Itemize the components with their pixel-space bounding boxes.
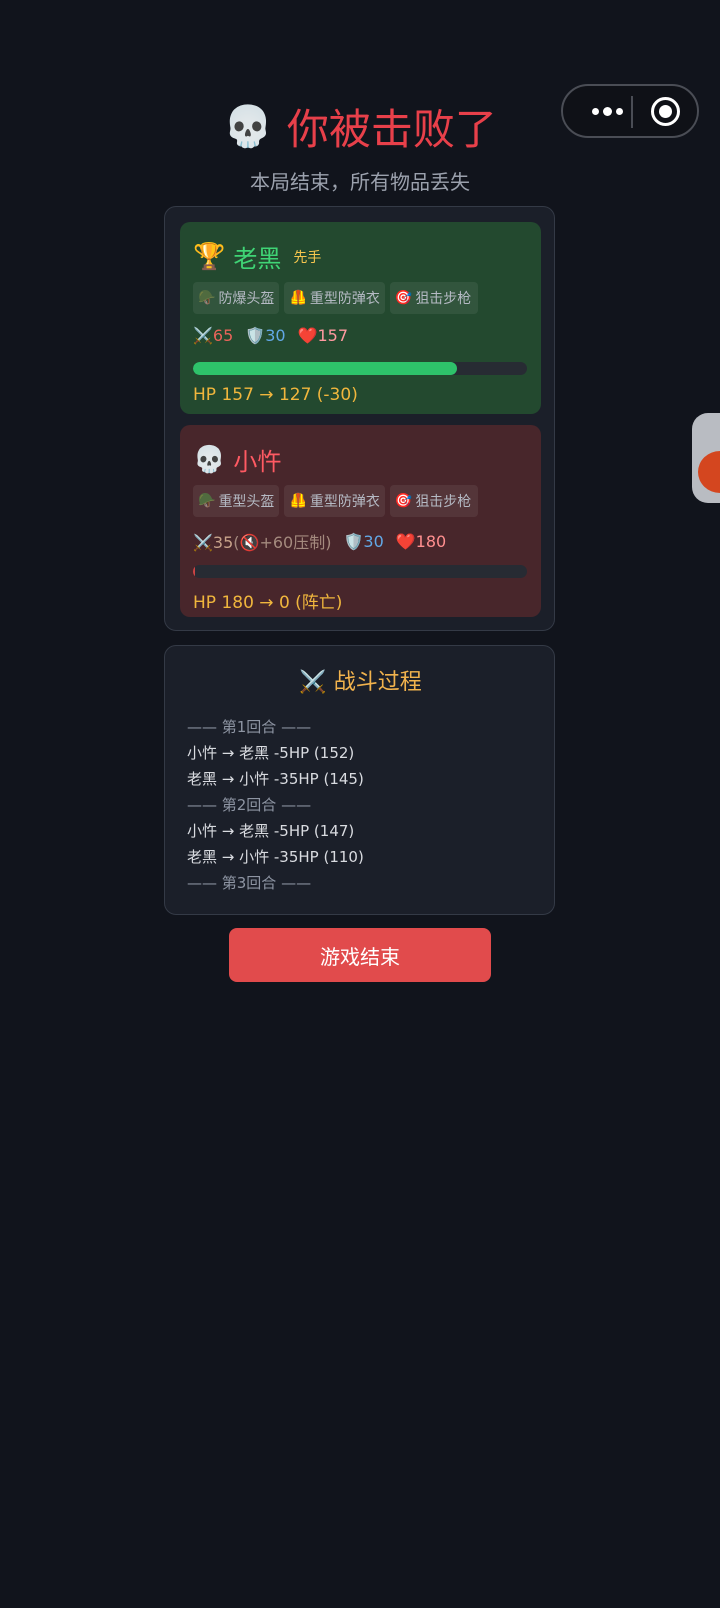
equipment-item: 🦺 重型防弹衣	[284, 282, 385, 314]
battle-action: 老黑 → 小忤 -35HP (145)	[187, 770, 364, 788]
winner-equipment: 🪖 防爆头盔 🦺 重型防弹衣 🎯 狙击步枪	[193, 282, 478, 314]
loser-hp-change: HP 180 → 0 (阵亡)	[193, 593, 343, 613]
shield-icon: 🛡️	[245, 326, 266, 345]
hp-stat: ❤️157	[297, 326, 349, 345]
skull-icon: 💀	[223, 104, 273, 150]
defense-stat: 🛡️30	[343, 531, 384, 551]
loser-name: 小忤	[233, 448, 282, 476]
battle-action: 小忤 → 老黑 -5HP (152)	[187, 744, 355, 762]
helmet-icon: 🪖	[198, 493, 216, 509]
hp-stat: ❤️180	[395, 531, 447, 551]
attack-stat: ⚔️35(🔇+60压制)	[193, 533, 332, 552]
defense-stat: 🛡️30	[245, 326, 286, 345]
shield-icon: 🛡️	[343, 531, 364, 551]
vest-icon: 🦺	[289, 493, 307, 509]
attack-stat: ⚔️65	[193, 326, 234, 345]
swords-icon: ⚔️	[299, 670, 327, 695]
swords-icon: ⚔️	[193, 533, 213, 552]
battle-log-lines: —— 第1回合 —— 小忤 → 老黑 -5HP (152) 老黑 → 小忤 -3…	[187, 714, 364, 896]
loser-equipment: 🪖 重型头盔 🦺 重型防弹衣 🎯 狙击步枪	[193, 485, 478, 517]
loser-hp-bar	[193, 565, 527, 578]
suppression-bonus: (🔇+60压制)	[233, 533, 332, 552]
equipment-item: 🪖 防爆头盔	[193, 282, 280, 314]
heart-icon: ❤️	[395, 531, 416, 551]
helmet-icon: 🪖	[198, 290, 216, 306]
page-subtitle: 本局结束，所有物品丢失	[250, 170, 470, 194]
equipment-item: 🎯 狙击步枪	[389, 282, 478, 314]
loser-card: 💀 小忤 🪖 重型头盔 🦺 重型防弹衣 🎯 狙击步枪 ⚔️35(🔇+60压制) 🛡️3…	[180, 425, 541, 617]
winner-name: 老黑	[233, 245, 282, 273]
first-move-tag: 先手	[293, 249, 322, 266]
loser-stats: ⚔️35(🔇+60压制) 🛡️30 ❤️180	[193, 529, 446, 553]
winner-card: 🏆 老黑 先手 🪖 防爆头盔 🦺 重型防弹衣 🎯 狙击步枪 ⚔️65 🛡️30 ❤️1…	[180, 222, 541, 414]
hp-bar-fill	[193, 362, 457, 375]
skull-icon: 💀	[193, 444, 226, 475]
trophy-icon: 🏆	[193, 241, 226, 272]
defeat-title: 你被击败了	[286, 105, 497, 154]
vest-icon: 🦺	[289, 290, 307, 306]
page-title: 💀 你被击败了	[0, 96, 720, 157]
winner-hp-bar	[193, 362, 527, 375]
battle-action: 老黑 → 小忤 -35HP (110)	[187, 848, 364, 866]
equipment-item: 🎯 狙击步枪	[389, 485, 478, 517]
winner-hp-change: HP 157 → 127 (-30)	[193, 385, 358, 405]
battle-action: 小忤 → 老黑 -5HP (147)	[187, 822, 355, 840]
floating-avatar[interactable]	[692, 413, 720, 503]
end-game-button[interactable]: 游戏结束	[229, 928, 491, 982]
round-header: —— 第1回合 ——	[187, 718, 312, 736]
battle-log-title: ⚔️ 战斗过程	[299, 670, 422, 695]
battle-result-panel: 🏆 老黑 先手 🪖 防爆头盔 🦺 重型防弹衣 🎯 狙击步枪 ⚔️65 🛡️30 ❤️1…	[164, 206, 555, 631]
target-icon: 🎯	[394, 290, 413, 306]
battle-log: ⚔️ 战斗过程 —— 第1回合 —— 小忤 → 老黑 -5HP (152) 老黑…	[164, 645, 555, 915]
hp-bar-fill	[193, 565, 195, 578]
round-header: —— 第3回合 ——	[187, 874, 312, 892]
equipment-item: 🦺 重型防弹衣	[284, 485, 385, 517]
heart-icon: ❤️	[297, 326, 318, 345]
swords-icon: ⚔️	[193, 326, 213, 345]
target-icon: 🎯	[394, 493, 413, 509]
round-header: —— 第2回合 ——	[187, 796, 312, 814]
equipment-item: 🪖 重型头盔	[193, 485, 280, 517]
winner-stats: ⚔️65 🛡️30 ❤️157	[193, 326, 348, 345]
